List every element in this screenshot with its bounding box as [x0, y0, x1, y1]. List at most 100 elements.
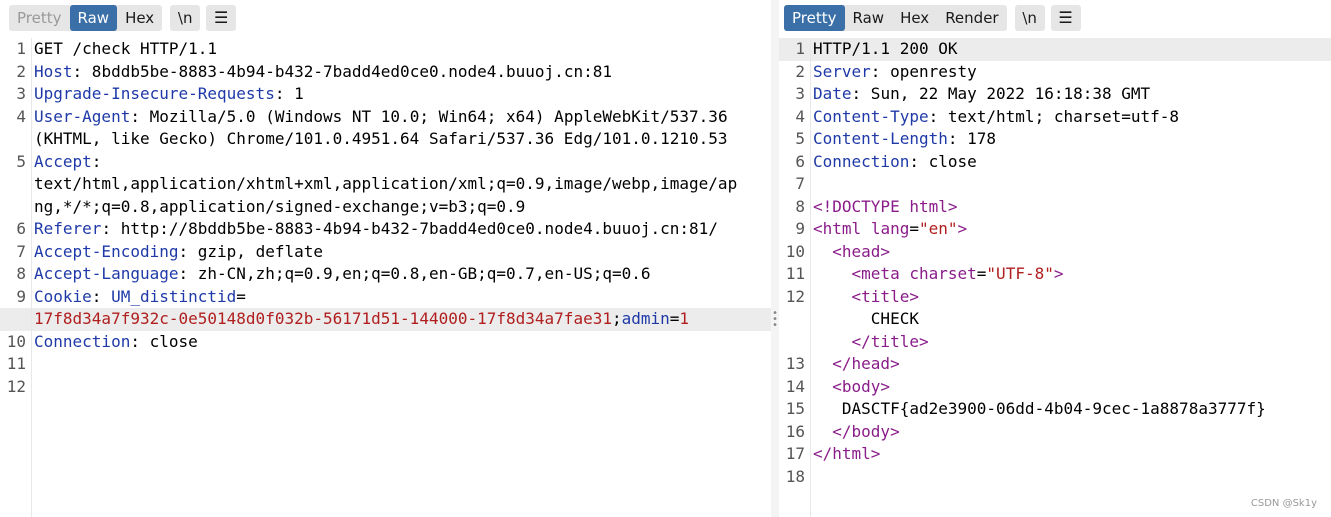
response-tab-render[interactable]: Render [937, 5, 1006, 31]
code-line: 17 </html> [785, 444, 881, 463]
response-show-newlines-button[interactable]: \n [1014, 5, 1045, 31]
header-name: Date [813, 84, 852, 103]
header-value: openresty [880, 61, 977, 81]
flag-text: DASCTF{ad2e3900-06dd-4b04-9cec-1a8878a37… [841, 399, 1266, 418]
code-line-wrap: 0ng,*/*;q=0.8,application/signed-exchang… [34, 196, 526, 216]
code-line: 7 [795, 174, 805, 193]
request-pane: Pretty Raw Hex \n ☰ 1 GET /check HTTP/1.1… [0, 0, 771, 517]
code-line: 8 Accept-Language: zh-CN,zh;q=0.9,en;q=0.… [16, 264, 651, 283]
html-attr: lang [870, 219, 910, 238]
cookie-value: 17f8d34a7f932c-0e50148d0f032b-56171d51-1… [34, 309, 612, 328]
request-tab-raw[interactable]: Raw [69, 5, 118, 31]
header-name: Connection [813, 151, 910, 171]
cookie-name: admin [621, 309, 670, 328]
code-line-highlighted: 1 HTTP/1.1 200 OK [779, 38, 1331, 61]
header-name: Cookie [34, 286, 92, 306]
code-line: 1 GET /check HTTP/1.1 [16, 39, 218, 58]
request-view-tabs: Pretty Raw Hex [9, 5, 163, 31]
code-line: 6 Connection: close [795, 151, 977, 171]
request-toolbar: Pretty Raw Hex \n ☰ [0, 0, 771, 36]
header-name: Server [813, 61, 871, 81]
response-toolbar: Pretty Raw Hex Render \n ☰ [779, 0, 1331, 36]
cookie-value: 1 [679, 309, 690, 328]
response-tab-pretty[interactable]: Pretty [784, 5, 845, 31]
code-line: 11 <meta charset="UTF-8"> [785, 264, 1064, 283]
header-name: Host [34, 61, 73, 81]
code-line: 11 [6, 354, 26, 373]
header-name: Referer [34, 219, 102, 238]
code-line: 12 [6, 376, 26, 396]
code-line: 4 Content-Type: text/html; charset=utf-8 [795, 106, 1180, 126]
html-attr-value: "en" [918, 219, 958, 238]
header-value: gzip, deflate [188, 241, 323, 261]
html-tag: </html> [813, 444, 881, 463]
gutter-border [810, 38, 811, 517]
code-line-wrap: 0 CHECK [779, 308, 1331, 331]
code-line: 15 DASCTF{ad2e3900-06dd-4b04-9cec-1a8878… [785, 399, 1266, 418]
code-line: 6 Referer: http://8bddb5be-8883-4b94-b432… [16, 219, 718, 238]
code-line: 16 </body> [785, 421, 900, 441]
html-tag: </head> [832, 354, 900, 373]
code-line: 13 </head> [785, 354, 900, 373]
hamburger-icon: ☰ [1058, 8, 1073, 27]
header-value: close [918, 151, 977, 171]
code-line: 7 Accept-Encoding: gzip, deflate [16, 241, 323, 261]
response-tab-raw[interactable]: Raw [845, 5, 893, 31]
code-line: 5 Content-Length: 178 [795, 129, 997, 148]
html-tag: <title> [851, 286, 919, 306]
request-show-newlines-button[interactable]: \n [170, 5, 201, 31]
code-line: 3 Upgrade-Insecure-Requests: 1 [16, 84, 304, 103]
code-line: 10 Connection: close [6, 331, 198, 351]
header-value: Sun, 22 May 2022 16:18:38 GMT [861, 84, 1151, 103]
header-value: Mozilla/5.0 (Windows NT 10.0; Win64; x64… [139, 106, 728, 126]
request-editor[interactable]: 1 GET /check HTTP/1.1 2 Host: 8bddb5be-888… [0, 38, 771, 517]
cookie-name: UM_distinctid [101, 286, 237, 306]
header-value: 178 [957, 129, 997, 148]
code-line: 3 Date: Sun, 22 May 2022 16:18:38 GMT [795, 84, 1151, 103]
doctype-tag: <!DOCTYPE html> [813, 196, 958, 216]
code-line: 9 <html lang="en"> [795, 219, 968, 238]
hamburger-icon: ☰ [214, 8, 229, 27]
request-menu-button[interactable]: ☰ [206, 5, 237, 31]
code-line-wrap: 0 </title> [779, 331, 1331, 354]
response-editor[interactable]: 1 HTTP/1.1 200 OK 2 Server: openresty 3 Dat… [779, 38, 1331, 517]
header-value: 1 [284, 84, 304, 103]
header-name: Upgrade-Insecure-Requests [34, 84, 275, 103]
html-tag: <head> [832, 241, 891, 261]
header-name: Accept-Encoding [34, 241, 179, 261]
header-value: text/html; charset=utf-8 [938, 106, 1180, 126]
header-value: close [139, 331, 198, 351]
html-tag: </title> [851, 331, 929, 351]
code-line: 2 Server: openresty [795, 61, 977, 81]
title-text: CHECK [870, 309, 919, 328]
header-name: User-Agent [34, 106, 131, 126]
header-name: Accept-Language [34, 264, 179, 283]
header-name: Accept [34, 151, 92, 171]
header-name: Content-Length [813, 129, 948, 148]
html-attr-value: "UTF-8" [986, 264, 1054, 283]
code-line-wrap: 0text/html,application/xhtml+xml,applica… [34, 174, 738, 193]
code-line: 8 <!DOCTYPE html> [795, 196, 958, 216]
html-attr: charset [909, 264, 977, 283]
request-tab-hex[interactable]: Hex [117, 5, 162, 31]
header-value: zh-CN,zh;q=0.9,en;q=0.8,en-GB;q=0.7,en-U… [188, 264, 651, 283]
code-line: 10 <head> [785, 241, 891, 261]
code-line-wrap: 0(KHTML, like Gecko) Chrome/101.0.4951.6… [34, 129, 728, 148]
html-tag: <html [813, 219, 862, 238]
response-menu-button[interactable]: ☰ [1050, 5, 1081, 31]
code-line: 5 Accept: [16, 151, 102, 171]
html-tag: </body> [832, 421, 900, 441]
request-tab-pretty[interactable]: Pretty [9, 5, 70, 31]
code-line: 18 [785, 466, 805, 486]
watermark: CSDN @Sk1y [1250, 498, 1317, 509]
code-line: 2 Host: 8bddb5be-8883-4b94-b432-7badd4ed0… [16, 61, 612, 81]
code-line: 12 <title> [785, 286, 919, 306]
pane-splitter[interactable]: • • • [771, 0, 779, 517]
header-value: 8bddb5be-8883-4b94-b432-7badd4ed0ce0.nod… [82, 61, 612, 81]
code-line: 4 User-Agent: Mozilla/5.0 (Windows NT 10.… [16, 106, 728, 126]
response-tab-hex[interactable]: Hex [892, 5, 937, 31]
header-name: Content-Type [813, 106, 929, 126]
header-value: http://8bddb5be-8883-4b94-b432-7badd4ed0… [111, 219, 718, 238]
gutter-border [31, 38, 32, 517]
code-line-wrap-highlighted: 017f8d34a7f932c-0e50148d0f032b-56171d51-… [0, 308, 771, 331]
